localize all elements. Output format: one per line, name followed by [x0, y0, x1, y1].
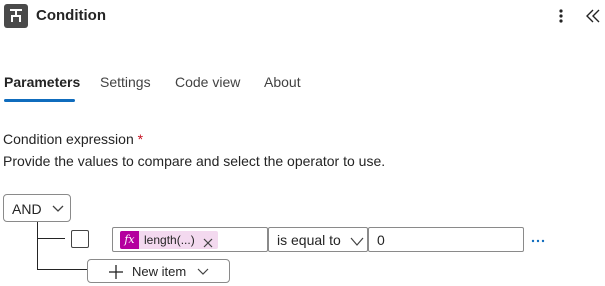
row-select-checkbox[interactable]: [71, 230, 89, 248]
operator-dropdown[interactable]: is equal to: [268, 227, 368, 252]
chevron-down-icon: [50, 201, 66, 215]
tree-connector-row: [37, 238, 65, 239]
required-marker: *: [137, 131, 144, 147]
chevron-down-icon: [349, 234, 365, 248]
add-icon: [108, 264, 124, 280]
tab-parameters[interactable]: Parameters: [4, 74, 80, 90]
more-options-icon[interactable]: [553, 5, 569, 27]
operator-value: is equal to: [277, 232, 341, 248]
active-tab-indicator: [4, 99, 75, 102]
expression-token-text: length(...): [144, 233, 195, 247]
new-item-button[interactable]: New item: [87, 259, 230, 283]
tab-about[interactable]: About: [264, 74, 301, 90]
tree-connector-new-item: [37, 269, 87, 270]
tab-code-view[interactable]: Code view: [175, 74, 240, 90]
tab-bar: Parameters Settings Code view About: [0, 62, 605, 104]
condition-icon: [4, 4, 28, 28]
tree-connector: [37, 222, 38, 269]
group-operator-value: AND: [12, 201, 42, 217]
group-operator-dropdown[interactable]: AND: [3, 194, 71, 222]
right-operand-field[interactable]: 0: [368, 227, 524, 252]
chevron-down-icon: [196, 265, 210, 277]
function-fx-icon: fx: [120, 231, 139, 249]
condition-description: Provide the values to compare and select…: [3, 153, 386, 169]
left-operand-field[interactable]: fx length(...): [112, 227, 268, 252]
tab-settings[interactable]: Settings: [100, 74, 151, 90]
collapse-panel-icon[interactable]: [583, 5, 603, 27]
condition-expression-label: Condition expression *: [3, 131, 143, 147]
close-icon[interactable]: [203, 235, 213, 248]
condition-label-text: Condition expression: [3, 131, 134, 147]
row-more-options-icon[interactable]: [530, 233, 546, 243]
panel-header: Condition: [0, 0, 605, 32]
right-operand-value: 0: [377, 232, 385, 248]
panel-title: Condition: [36, 7, 106, 24]
expression-token[interactable]: fx length(...): [120, 231, 218, 249]
new-item-label: New item: [132, 264, 187, 279]
